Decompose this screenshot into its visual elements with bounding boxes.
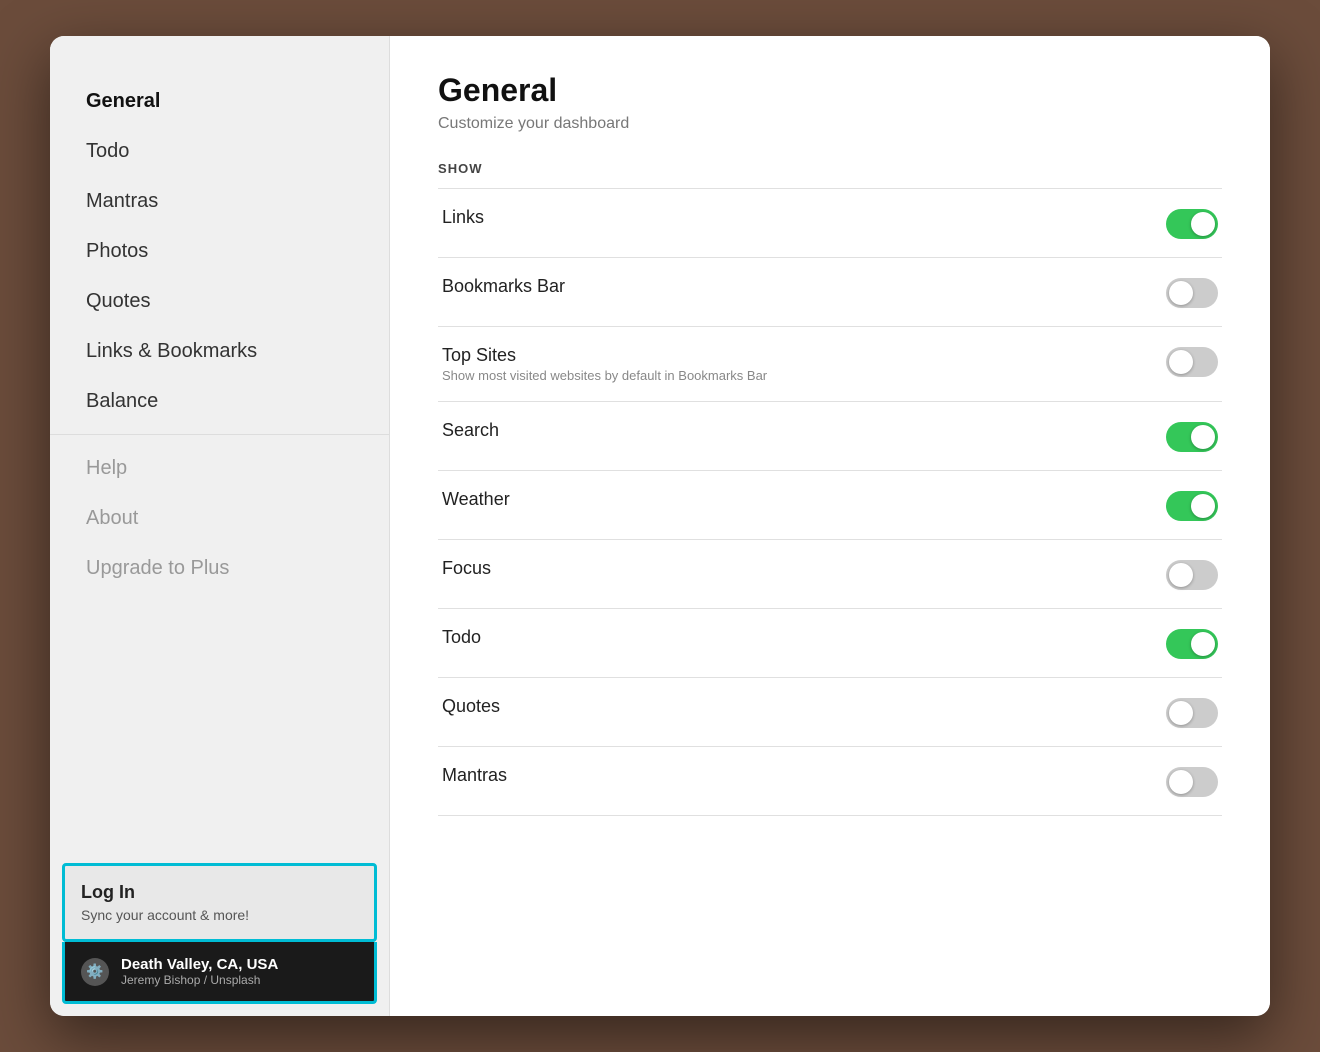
location-title: Death Valley, CA, USA [121, 956, 278, 973]
toggle-list: Links Bookmarks Bar Top Sites Show most vis… [438, 188, 1222, 816]
toggle-row-todo: Todo [438, 609, 1222, 678]
toggle-switch-todo[interactable] [1166, 629, 1218, 659]
sidebar-item-upgrade[interactable]: Upgrade to Plus [50, 543, 389, 593]
toggle-switch-weather[interactable] [1166, 491, 1218, 521]
location-bar: ⚙️ Death Valley, CA, USA Jeremy Bishop /… [62, 942, 377, 1004]
toggle-label-links: Links [442, 207, 484, 228]
sidebar-nav: General Todo Mantras Photos Quotes Links… [50, 66, 389, 855]
toggle-label-quotes: Quotes [442, 696, 500, 717]
settings-modal: General Todo Mantras Photos Quotes Links… [50, 36, 1270, 1016]
login-card-title: Log In [81, 882, 358, 903]
toggle-label-weather: Weather [442, 489, 510, 510]
location-info: Death Valley, CA, USA Jeremy Bishop / Un… [121, 956, 278, 987]
toggle-label-mantras: Mantras [442, 765, 507, 786]
toggle-switch-search[interactable] [1166, 422, 1218, 452]
toggle-row-top-sites: Top Sites Show most visited websites by d… [438, 327, 1222, 402]
sidebar: General Todo Mantras Photos Quotes Links… [50, 36, 390, 1016]
toggle-label-focus: Focus [442, 558, 491, 579]
toggle-row-bookmarks-bar: Bookmarks Bar [438, 258, 1222, 327]
toggle-row-search: Search [438, 402, 1222, 471]
sidebar-item-balance[interactable]: Balance [50, 376, 389, 426]
page-title: General [438, 72, 1222, 109]
sidebar-item-help[interactable]: Help [50, 443, 389, 493]
toggle-label-top-sites: Top Sites [442, 345, 767, 366]
gear-icon[interactable]: ⚙️ [81, 958, 109, 986]
toggle-row-links: Links [438, 189, 1222, 258]
toggle-row-quotes: Quotes [438, 678, 1222, 747]
page-subtitle: Customize your dashboard [438, 115, 1222, 133]
toggle-row-mantras: Mantras [438, 747, 1222, 816]
sidebar-item-links-bookmarks[interactable]: Links & Bookmarks [50, 326, 389, 376]
location-credit: Jeremy Bishop / Unsplash [121, 973, 278, 987]
toggle-switch-top-sites[interactable] [1166, 347, 1218, 377]
toggle-switch-bookmarks-bar[interactable] [1166, 278, 1218, 308]
section-label: SHOW [438, 161, 1222, 176]
toggle-label-search: Search [442, 420, 499, 441]
toggle-switch-focus[interactable] [1166, 560, 1218, 590]
sidebar-item-about[interactable]: About [50, 493, 389, 543]
toggle-row-focus: Focus [438, 540, 1222, 609]
sidebar-item-general[interactable]: General [50, 76, 389, 126]
toggle-switch-links[interactable] [1166, 209, 1218, 239]
sidebar-item-mantras[interactable]: Mantras [50, 176, 389, 226]
sidebar-item-quotes[interactable]: Quotes [50, 276, 389, 326]
login-card-subtitle: Sync your account & more! [81, 907, 358, 923]
toggle-label-todo: Todo [442, 627, 481, 648]
toggle-label-bookmarks-bar: Bookmarks Bar [442, 276, 565, 297]
login-card[interactable]: Log In Sync your account & more! [62, 863, 377, 942]
toggle-row-weather: Weather [438, 471, 1222, 540]
sidebar-item-photos[interactable]: Photos [50, 226, 389, 276]
main-content: General Customize your dashboard SHOW Li… [390, 36, 1270, 1016]
toggle-switch-quotes[interactable] [1166, 698, 1218, 728]
toggle-switch-mantras[interactable] [1166, 767, 1218, 797]
sidebar-divider [50, 434, 389, 435]
toggle-description-top-sites: Show most visited websites by default in… [442, 368, 767, 383]
sidebar-item-todo[interactable]: Todo [50, 126, 389, 176]
